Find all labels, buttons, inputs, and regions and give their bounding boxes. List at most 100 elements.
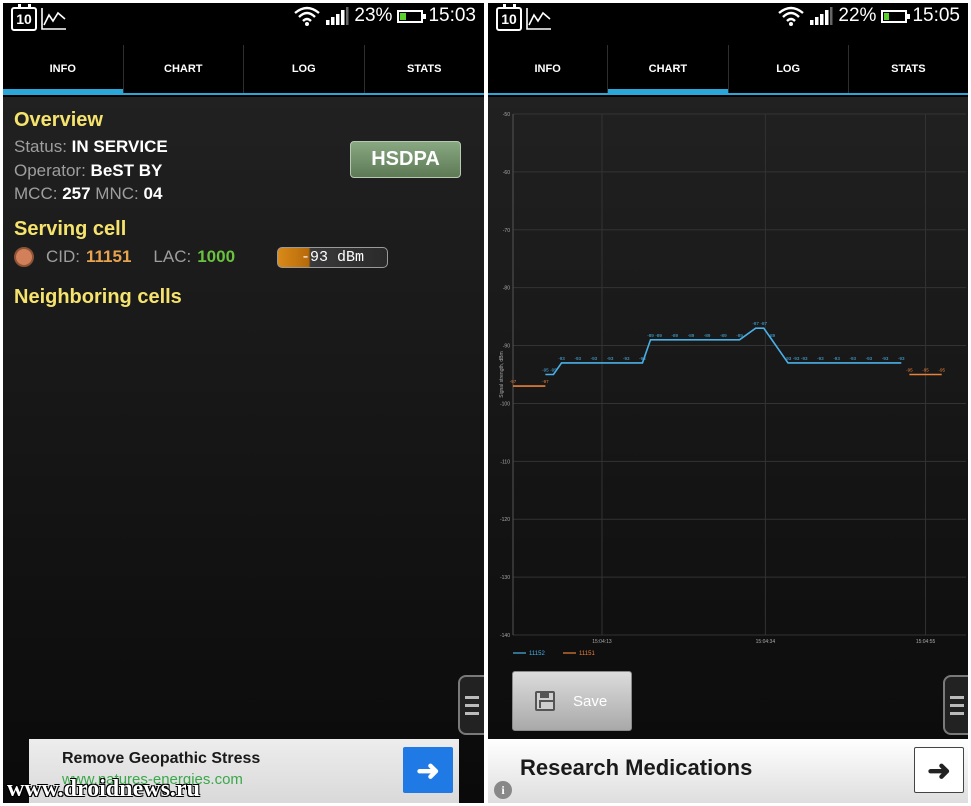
clock: 15:05 <box>912 5 960 26</box>
y-tick-label: -80 <box>503 286 510 292</box>
data-label: -95 <box>550 368 557 373</box>
y-tick-label: -140 <box>500 633 510 639</box>
x-tick-label: 15:04:13 <box>592 639 612 645</box>
data-label: -95 <box>906 368 913 373</box>
tab-info[interactable]: INFO <box>488 45 609 93</box>
data-label: -89 <box>647 333 654 338</box>
save-button[interactable]: Save <box>512 671 632 731</box>
status-label: Status: <box>14 137 67 156</box>
data-label: -87 <box>761 321 768 326</box>
mcc-label: MCC: <box>14 184 58 203</box>
y-tick-label: -50 <box>503 112 510 118</box>
data-label: -89 <box>655 333 662 338</box>
info-screen: 10 23% 15:03 INFO CHART LOG STATS Overvi… <box>3 3 484 803</box>
data-label: -87 <box>752 321 759 326</box>
signal-icon <box>326 7 349 25</box>
data-label: -89 <box>736 333 743 338</box>
y-tick-label: -130 <box>500 575 510 581</box>
cid-label: CID: <box>46 247 80 266</box>
battery-icon <box>881 9 911 23</box>
data-label: -95 <box>542 368 549 373</box>
watermark: www.droidnews.ru <box>7 776 200 802</box>
chart-screen: 10 22% 15:05 INFO CHART LOG STATS -50 -60… <box>488 3 968 803</box>
x-tick-label: 15:04:34 <box>756 639 776 645</box>
tab-log[interactable]: LOG <box>729 45 849 93</box>
status-line: Status: IN SERVICE <box>14 137 168 157</box>
wifi-icon <box>294 6 321 26</box>
status-bar: 10 23% 15:03 <box>3 3 484 37</box>
ad-banner[interactable]: Research Medications ➜ i <box>488 739 968 803</box>
data-label: -93 <box>639 356 646 361</box>
legend-label: 11152 <box>529 651 545 657</box>
tab-stats[interactable]: STATS <box>849 45 968 93</box>
menu-handle-icon[interactable] <box>943 675 968 735</box>
arrow-right-icon[interactable]: ➜ <box>403 747 453 793</box>
data-label: -89 <box>688 333 695 338</box>
data-label: -93 <box>558 356 565 361</box>
save-label: Save <box>573 692 608 710</box>
wifi-icon <box>778 6 805 26</box>
signal-chart[interactable]: -50 -60 -70 -80 -90 -100 -110 -120 -130 -140 15:04… <box>488 97 968 677</box>
calendar-date: 10 <box>16 11 32 27</box>
info-content: Overview Status: IN SERVICE Operator: Be… <box>3 97 484 803</box>
data-label: -95 <box>922 368 929 373</box>
signal-strength-meter: -93 dBm <box>277 247 388 268</box>
data-label: -89 <box>769 333 776 338</box>
calendar-date: 10 <box>501 11 517 27</box>
status-bar: 10 22% 15:05 <box>488 3 968 37</box>
y-axis-label: Signal strength, dBm <box>499 351 505 397</box>
ad-title[interactable]: Research Medications <box>520 755 752 781</box>
tab-chart[interactable]: CHART <box>124 45 244 93</box>
cid-value: 11151 <box>86 247 132 266</box>
data-label: -95 <box>938 368 945 373</box>
operator-value: BeST BY <box>90 161 163 180</box>
y-tick-label: -100 <box>500 401 510 407</box>
battery-percent: 22% <box>838 5 877 26</box>
data-label: -97 <box>510 379 517 384</box>
operator-label: Operator: <box>14 161 86 180</box>
network-type-badge[interactable]: HSDPA <box>350 141 461 178</box>
y-tick-label: -60 <box>503 170 510 176</box>
x-tick-label: 15:04:55 <box>916 639 936 645</box>
cell-status-icon <box>14 247 34 267</box>
chart-content: -50 -60 -70 -80 -90 -100 -110 -120 -130 -140 15:04… <box>488 97 968 803</box>
clock: 15:03 <box>428 5 476 26</box>
tab-log[interactable]: LOG <box>244 45 365 93</box>
menu-handle-icon[interactable] <box>458 675 484 735</box>
signal-icon <box>810 7 833 25</box>
battery-percent: 23% <box>354 5 393 26</box>
tab-bar: INFO CHART LOG STATS <box>3 45 484 95</box>
neighboring-cells-title: Neighboring cells <box>14 286 182 308</box>
tab-info[interactable]: INFO <box>3 45 124 95</box>
mnc-value: 04 <box>143 184 163 203</box>
tab-stats[interactable]: STATS <box>365 45 485 93</box>
tab-chart[interactable]: CHART <box>608 45 729 95</box>
data-label: -89 <box>720 333 727 338</box>
mcc-value: 257 <box>62 184 91 203</box>
data-label: -89 <box>672 333 679 338</box>
mnc-label: MNC: <box>95 184 139 203</box>
legend-label: 11151 <box>579 651 595 657</box>
data-label: -93 <box>898 356 905 361</box>
data-label: -93 <box>882 356 889 361</box>
ad-title[interactable]: Remove Geopathic Stress <box>62 750 260 768</box>
lac-value: 1000 <box>197 247 236 266</box>
save-icon <box>535 691 555 711</box>
y-tick-label: -70 <box>503 228 510 234</box>
data-label: -93 <box>574 356 581 361</box>
chart-icon <box>41 8 66 30</box>
data-label: -93 <box>623 356 630 361</box>
tab-bar: INFO CHART LOG STATS <box>488 45 968 95</box>
data-label: -93 <box>785 356 792 361</box>
status-value: IN SERVICE <box>71 137 168 156</box>
info-icon[interactable]: i <box>494 781 512 799</box>
data-label: -93 <box>801 356 808 361</box>
data-label: -93 <box>817 356 824 361</box>
calendar-icon: 10 <box>11 4 37 31</box>
serving-cell-row: CID: 11151 LAC: 1000 <box>14 247 235 267</box>
lac-label: LAC: <box>153 247 192 266</box>
arrow-right-icon[interactable]: ➜ <box>914 747 964 793</box>
y-tick-label: -110 <box>500 459 510 465</box>
mcc-mnc-line: MCC: 257 MNC: 04 <box>14 184 162 204</box>
overview-title: Overview <box>14 109 103 131</box>
